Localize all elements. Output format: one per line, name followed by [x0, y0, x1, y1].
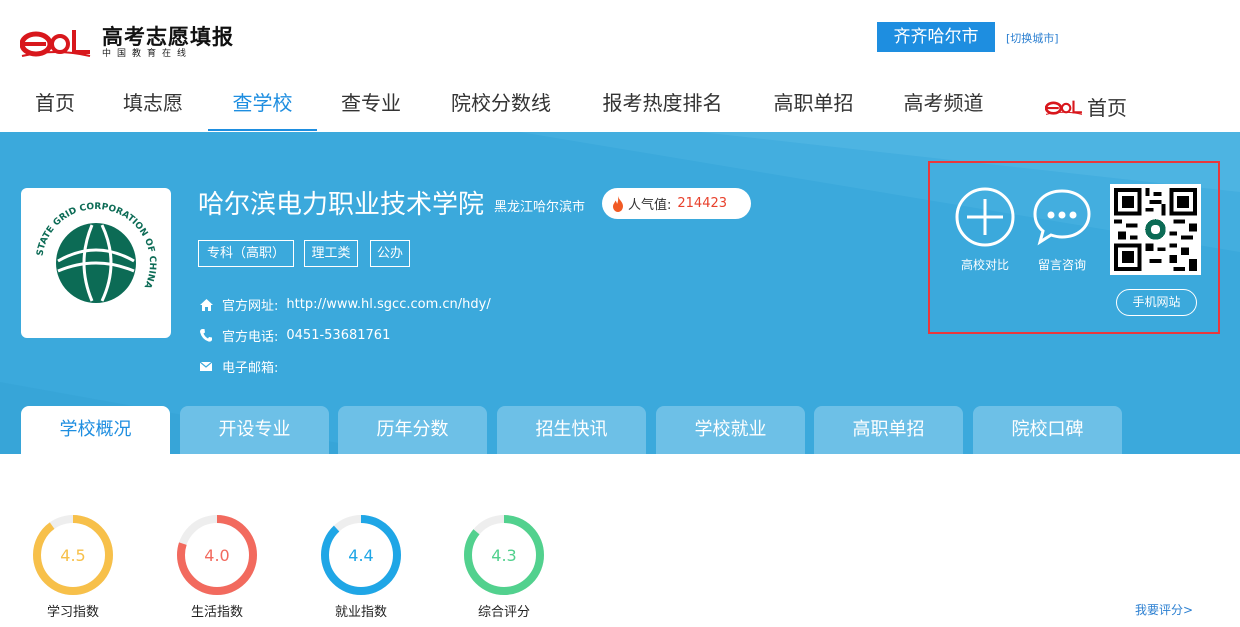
nav-item-search-school[interactable]: 查学校	[208, 80, 317, 131]
score-ring-overall: 4.3	[462, 513, 546, 597]
switch-city-link[interactable]: [切换城市]	[1006, 30, 1059, 46]
home-icon	[198, 298, 214, 312]
school-location: 黑龙江哈尔滨市	[494, 200, 586, 215]
website-link[interactable]: http://www.hl.sgcc.com.cn/hdy/	[286, 297, 490, 312]
eol-logo-icon	[1045, 100, 1083, 115]
website-row: 官方网址: http://www.hl.sgcc.com.cn/hdy/	[198, 295, 491, 314]
mail-icon	[198, 360, 214, 374]
score-label-overall: 综合评分	[477, 605, 530, 620]
logo-title: 高考志愿填报	[102, 24, 234, 49]
eol-home-label: 首页	[1087, 96, 1127, 120]
logo-subtitle: 中国教育在线	[102, 48, 193, 59]
popularity-label: 人气值:	[628, 198, 672, 213]
tag-level: 专科（高职）	[198, 240, 294, 267]
phone-label: 官方电话:	[222, 330, 279, 345]
score-value: 4.5	[60, 546, 85, 565]
nav-item-vocational-enrollment[interactable]: 高职单招	[771, 80, 856, 131]
compare-label: 高校对比	[960, 258, 1009, 272]
tab-admission-news[interactable]: 招生快讯	[497, 406, 646, 454]
action-panel: 高校对比 留言咨询 手机网站	[928, 161, 1220, 334]
plus-circle-icon	[955, 187, 1015, 247]
email-row: 电子邮箱:	[198, 357, 286, 376]
school-banner: STATE GRID CORPORATION OF CHINA 哈尔滨电力职业技…	[0, 132, 1240, 454]
tab-overview[interactable]: 学校概况	[21, 406, 170, 454]
popularity-badge: 人气值: 214423	[602, 188, 751, 219]
tab-historical-scores[interactable]: 历年分数	[338, 406, 487, 454]
fire-icon	[613, 195, 623, 212]
score-value: 4.0	[204, 546, 229, 565]
score-ring-study: 4.5	[31, 513, 115, 597]
eol-logo-icon	[19, 24, 92, 60]
tab-reputation[interactable]: 院校口碑	[973, 406, 1122, 454]
main-nav: 首页 填志愿 查学校 查专业 院校分数线 报考热度排名 高职单招 高考频道 首页	[0, 80, 1240, 132]
current-city-button[interactable]: 齐齐哈尔市	[877, 22, 995, 52]
website-label: 官方网址:	[222, 299, 279, 314]
chat-bubble-icon	[1033, 189, 1091, 246]
site-header: 高考志愿填报 中国教育在线 齐齐哈尔市 [切换城市]	[0, 0, 1240, 80]
state-grid-logo-icon: STATE GRID CORPORATION OF CHINA	[35, 202, 157, 323]
score-label-life: 生活指数	[190, 605, 243, 620]
nav-item-search-major[interactable]: 查专业	[339, 80, 403, 131]
score-ring-employment: 4.4	[319, 513, 403, 597]
qr-code-icon	[1114, 188, 1197, 271]
score-label-employment: 就业指数	[334, 605, 387, 620]
site-logo[interactable]: 高考志愿填报 中国教育在线	[19, 24, 234, 60]
phone-value: 0451-53681761	[286, 328, 391, 343]
popularity-value: 214423	[677, 196, 728, 211]
nav-item-popularity-ranking[interactable]: 报考热度排名	[599, 80, 726, 131]
phone-icon	[198, 329, 214, 343]
score-ring-life: 4.0	[175, 513, 259, 597]
nav-item-fill-application[interactable]: 填志愿	[121, 80, 185, 131]
eol-home-link[interactable]: 首页	[1045, 92, 1127, 121]
mobile-site-button[interactable]: 手机网站	[1116, 289, 1197, 316]
score-label-study: 学习指数	[46, 605, 99, 620]
tag-ownership: 公办	[370, 240, 410, 267]
phone-row: 官方电话: 0451-53681761	[198, 326, 390, 345]
nav-item-gaokao-channel[interactable]: 高考频道	[901, 80, 986, 131]
email-label: 电子邮箱:	[222, 361, 279, 376]
school-name: 哈尔滨电力职业技术学院	[198, 190, 485, 220]
tab-vocational-enrollment[interactable]: 高职单招	[814, 406, 963, 454]
score-value: 4.3	[491, 546, 516, 565]
tag-category: 理工类	[304, 240, 358, 267]
tab-majors[interactable]: 开设专业	[180, 406, 329, 454]
score-value: 4.4	[348, 546, 373, 565]
compare-schools-button[interactable]: 高校对比	[950, 187, 1020, 273]
qr-code	[1110, 184, 1201, 275]
nav-item-home[interactable]: 首页	[34, 80, 76, 131]
school-logo: STATE GRID CORPORATION OF CHINA	[21, 188, 171, 338]
nav-item-score-lines[interactable]: 院校分数线	[448, 80, 554, 131]
rate-school-link[interactable]: 我要评分>	[1135, 601, 1193, 618]
tab-employment[interactable]: 学校就业	[656, 406, 805, 454]
consult-button[interactable]: 留言咨询	[1027, 187, 1097, 273]
consult-label: 留言咨询	[1037, 258, 1086, 272]
